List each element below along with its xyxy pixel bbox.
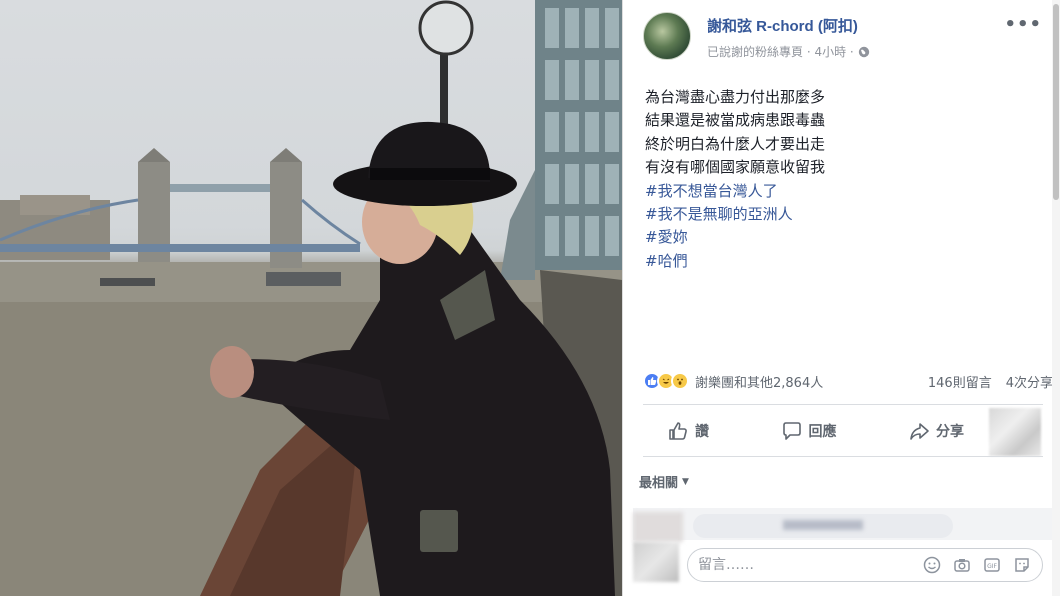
shares-count-link[interactable]: 4次分享: [1006, 372, 1053, 391]
post-photo[interactable]: [0, 0, 622, 596]
more-options-icon[interactable]: •••: [1004, 14, 1042, 35]
commenter-avatar: [633, 512, 683, 542]
globe-icon: [858, 46, 870, 58]
composer-icons: GIF: [922, 555, 1032, 575]
svg-text:GIF: GIF: [987, 563, 997, 570]
share-button[interactable]: 分享: [884, 420, 988, 442]
emoji-icon[interactable]: [922, 555, 942, 575]
comments-count-link[interactable]: 146則留言: [928, 372, 992, 391]
scrollbar-thumb[interactable]: [1053, 4, 1059, 200]
like-label: 讚: [695, 424, 709, 440]
hashtag-link[interactable]: #我不想當台灣人了: [645, 180, 1025, 203]
comment-sort-dropdown[interactable]: 最相關 ▼: [639, 472, 689, 491]
comment-composer[interactable]: GIF: [687, 548, 1043, 582]
sticker-icon[interactable]: [1012, 555, 1032, 575]
caret-down-icon: ▼: [682, 476, 689, 487]
gif-icon[interactable]: GIF: [982, 555, 1002, 575]
divider: [643, 456, 1043, 457]
photo-illustration: [0, 0, 622, 596]
composer-avatar: [633, 542, 679, 582]
post-line: 有沒有哪個國家願意收留我: [645, 158, 826, 177]
reactors-link[interactable]: 謝樂團和其他2,864人: [695, 372, 928, 391]
thumbs-up-icon: [669, 422, 687, 440]
comment-button[interactable]: 回應: [757, 420, 861, 442]
hashtag-link[interactable]: #哈們: [645, 250, 1025, 273]
comment-icon: [782, 422, 801, 440]
post-stats: 146則留言 4次分享: [928, 372, 1053, 391]
share-icon: [910, 423, 929, 440]
wow-reaction-icon: [671, 372, 689, 390]
page-avatar[interactable]: [643, 12, 691, 60]
post-author-link[interactable]: 謝和弦 R-chord (阿扣): [707, 15, 858, 36]
reactions-bar: 謝樂團和其他2,864人 146則留言 4次分享: [643, 370, 1053, 392]
comment-text-blurred: [783, 520, 863, 530]
post-panel: 謝和弦 R-chord (阿扣) 已說謝的粉絲專頁 · 4小時 · ••• 為台…: [622, 0, 1060, 596]
post-meta: 已說謝的粉絲專頁 · 4小時 ·: [707, 43, 870, 60]
action-bar: 讚 回應 分享: [643, 410, 988, 452]
post-body: 為台灣盡心盡力付出那麼多 結果還是被當成病患跟毒蟲 終於明白為什麼人才要出走 有…: [645, 86, 1025, 273]
hashtag-link[interactable]: #我不是無聊的亞洲人: [645, 203, 1025, 226]
scrollbar[interactable]: [1052, 0, 1060, 596]
camera-icon[interactable]: [952, 555, 972, 575]
post-line: 終於明白為什麼人才要出走: [645, 134, 826, 153]
post-line: 結果還是被當成病患跟毒蟲: [645, 111, 826, 130]
post-line: 為台灣盡心盡力付出那麼多: [645, 88, 826, 106]
viewer-avatar[interactable]: [989, 408, 1041, 456]
comment-label: 回應: [808, 424, 837, 440]
like-button[interactable]: 讚: [643, 420, 733, 442]
post-meta-text[interactable]: 已說謝的粉絲專頁 · 4小時 ·: [707, 43, 854, 60]
comment-preview[interactable]: [633, 508, 1053, 542]
hashtag-link[interactable]: #愛妳: [645, 226, 1025, 249]
sort-label: 最相關: [639, 476, 679, 491]
reaction-icons[interactable]: [643, 372, 689, 390]
share-label: 分享: [936, 424, 964, 440]
divider: [643, 404, 1043, 405]
comment-input[interactable]: [698, 557, 922, 573]
